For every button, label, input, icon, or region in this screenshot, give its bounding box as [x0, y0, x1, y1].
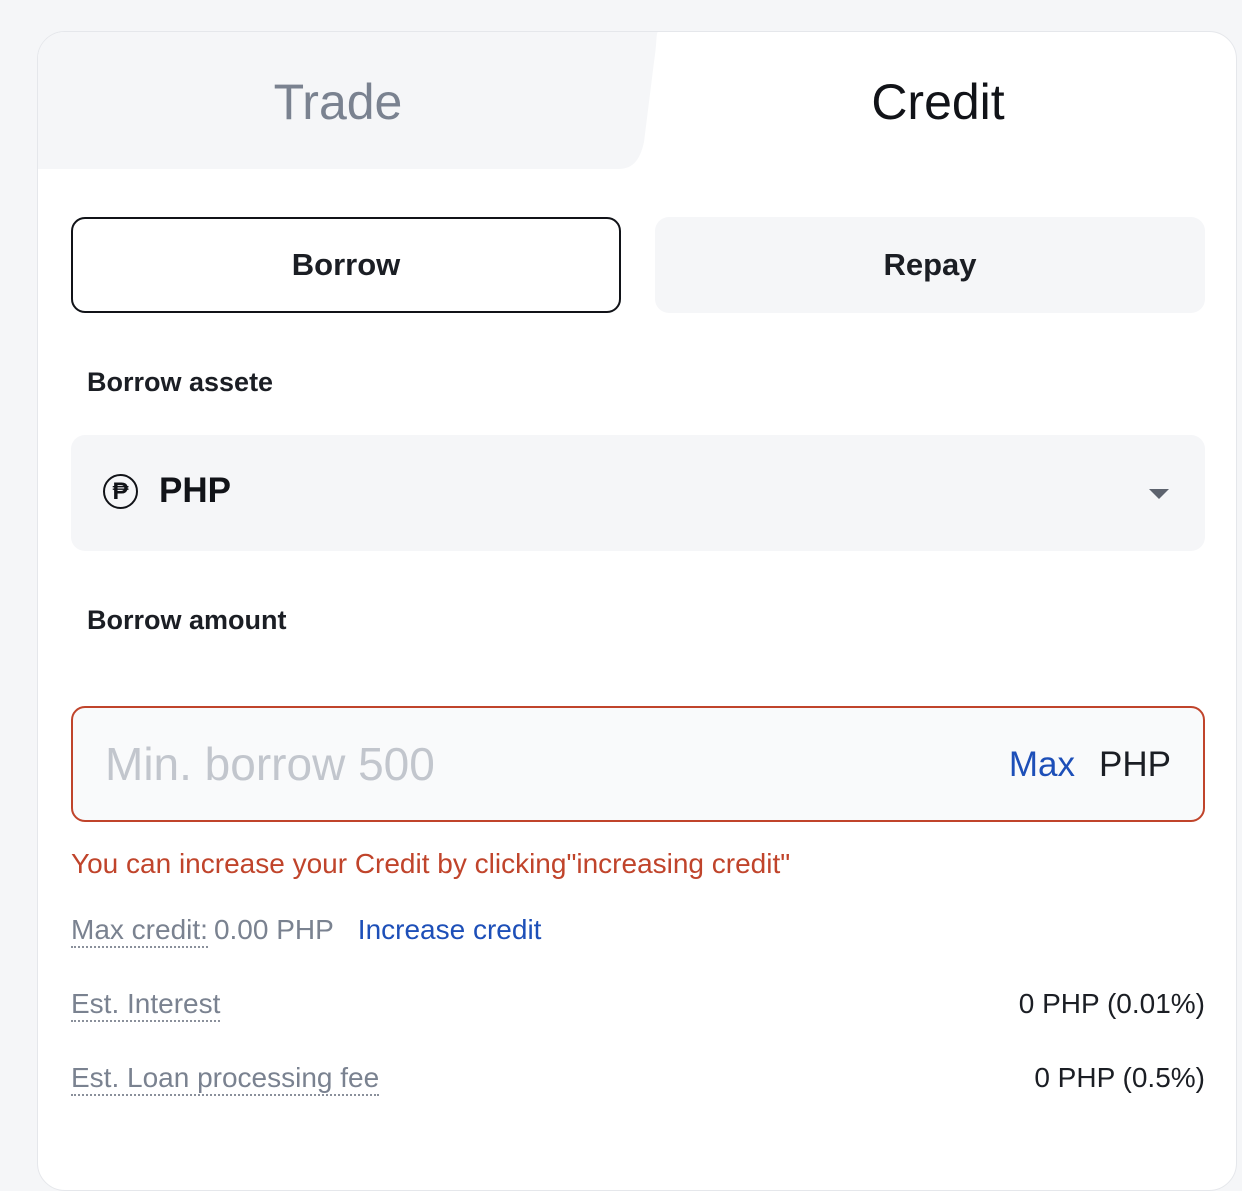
error-message: You can increase your Credit by clicking…: [71, 848, 791, 879]
borrow-button[interactable]: Borrow: [71, 217, 621, 313]
est-interest-label[interactable]: Est. Interest: [71, 988, 221, 1022]
est-fee-label[interactable]: Est. Loan processing fee: [71, 1062, 380, 1096]
borrow-amount-field[interactable]: Max PHP: [71, 706, 1205, 822]
increase-credit-link[interactable]: Increase credit: [358, 914, 542, 945]
amount-unit: PHP: [1099, 745, 1171, 784]
est-interest-value: 0 PHP (0.01%): [1018, 988, 1205, 1019]
borrow-asset-select[interactable]: ₱ PHP: [71, 435, 1205, 551]
est-interest-row: Est. Interest 0 PHP (0.01%): [71, 988, 1205, 1022]
max-credit-label[interactable]: Max credit:: [71, 914, 208, 948]
credit-card: Trade Credit Borrow Repay Borrow assete …: [37, 31, 1237, 1191]
tab-credit[interactable]: Credit: [638, 72, 1236, 132]
est-fee-value: 0 PHP (0.5%): [1034, 1062, 1205, 1093]
repay-button[interactable]: Repay: [655, 217, 1205, 313]
peso-coin-icon: ₱: [103, 474, 138, 509]
chevron-down-icon[interactable]: [1149, 489, 1169, 499]
est-fee-row: Est. Loan processing fee 0 PHP (0.5%): [71, 1062, 1205, 1096]
tab-trade-label[interactable]: Trade: [38, 72, 638, 132]
max-button[interactable]: Max: [1009, 745, 1075, 785]
max-credit-row: Max credit: 0.00 PHP Increase credit: [71, 914, 1205, 948]
max-credit-value: 0.00 PHP: [213, 914, 334, 945]
borrow-asset-value: PHP: [159, 471, 231, 510]
borrow-asset-label: Borrow assete: [87, 367, 274, 397]
borrow-amount-label: Borrow amount: [87, 605, 287, 635]
borrow-amount-input[interactable]: [105, 734, 805, 794]
